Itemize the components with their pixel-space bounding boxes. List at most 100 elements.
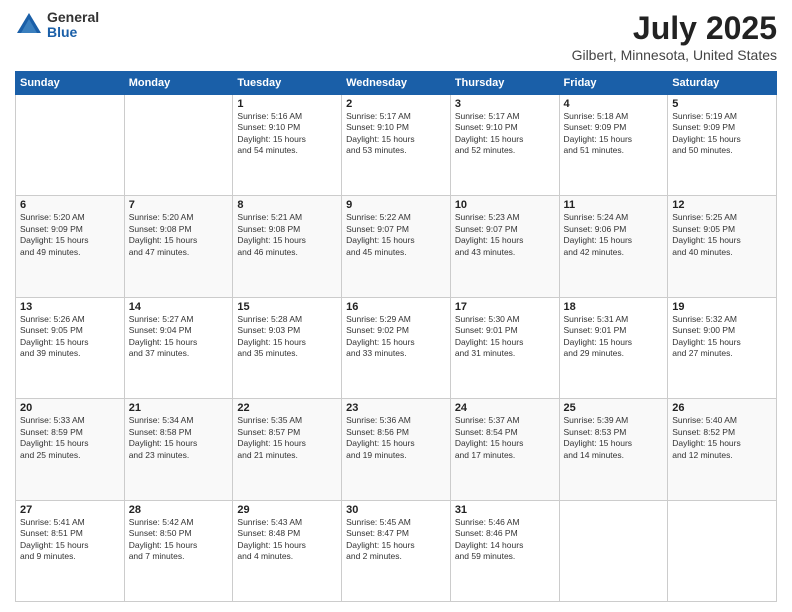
- day-info: Sunrise: 5:25 AM Sunset: 9:05 PM Dayligh…: [672, 212, 772, 258]
- calendar-week-row: 27Sunrise: 5:41 AM Sunset: 8:51 PM Dayli…: [16, 500, 777, 601]
- calendar-cell: 14Sunrise: 5:27 AM Sunset: 9:04 PM Dayli…: [124, 297, 233, 398]
- calendar-cell: 5Sunrise: 5:19 AM Sunset: 9:09 PM Daylig…: [668, 95, 777, 196]
- day-info: Sunrise: 5:24 AM Sunset: 9:06 PM Dayligh…: [564, 212, 664, 258]
- day-number: 13: [20, 301, 120, 313]
- calendar-cell: 16Sunrise: 5:29 AM Sunset: 9:02 PM Dayli…: [342, 297, 451, 398]
- day-number: 31: [455, 504, 555, 516]
- day-number: 26: [672, 402, 772, 414]
- calendar-cell: 19Sunrise: 5:32 AM Sunset: 9:00 PM Dayli…: [668, 297, 777, 398]
- day-number: 18: [564, 301, 664, 313]
- day-number: 30: [346, 504, 446, 516]
- calendar-header-row: SundayMondayTuesdayWednesdayThursdayFrid…: [16, 72, 777, 95]
- day-number: 20: [20, 402, 120, 414]
- day-number: 17: [455, 301, 555, 313]
- weekday-header-tuesday: Tuesday: [233, 72, 342, 95]
- calendar-cell: 9Sunrise: 5:22 AM Sunset: 9:07 PM Daylig…: [342, 196, 451, 297]
- logo-blue-label: Blue: [47, 25, 99, 40]
- calendar-week-row: 6Sunrise: 5:20 AM Sunset: 9:09 PM Daylig…: [16, 196, 777, 297]
- weekday-header-saturday: Saturday: [668, 72, 777, 95]
- day-info: Sunrise: 5:22 AM Sunset: 9:07 PM Dayligh…: [346, 212, 446, 258]
- page: General Blue July 2025 Gilbert, Minnesot…: [0, 0, 792, 612]
- day-info: Sunrise: 5:39 AM Sunset: 8:53 PM Dayligh…: [564, 415, 664, 461]
- day-info: Sunrise: 5:46 AM Sunset: 8:46 PM Dayligh…: [455, 517, 555, 563]
- day-number: 7: [129, 199, 229, 211]
- day-info: Sunrise: 5:19 AM Sunset: 9:09 PM Dayligh…: [672, 111, 772, 157]
- calendar-cell: 17Sunrise: 5:30 AM Sunset: 9:01 PM Dayli…: [450, 297, 559, 398]
- day-number: 5: [672, 98, 772, 110]
- calendar-cell: [16, 95, 125, 196]
- calendar-cell: 10Sunrise: 5:23 AM Sunset: 9:07 PM Dayli…: [450, 196, 559, 297]
- day-info: Sunrise: 5:35 AM Sunset: 8:57 PM Dayligh…: [237, 415, 337, 461]
- day-info: Sunrise: 5:29 AM Sunset: 9:02 PM Dayligh…: [346, 314, 446, 360]
- day-info: Sunrise: 5:34 AM Sunset: 8:58 PM Dayligh…: [129, 415, 229, 461]
- day-number: 27: [20, 504, 120, 516]
- day-info: Sunrise: 5:20 AM Sunset: 9:08 PM Dayligh…: [129, 212, 229, 258]
- day-number: 2: [346, 98, 446, 110]
- calendar-cell: 1Sunrise: 5:16 AM Sunset: 9:10 PM Daylig…: [233, 95, 342, 196]
- day-number: 23: [346, 402, 446, 414]
- logo: General Blue: [15, 10, 99, 41]
- calendar-cell: 26Sunrise: 5:40 AM Sunset: 8:52 PM Dayli…: [668, 399, 777, 500]
- day-info: Sunrise: 5:36 AM Sunset: 8:56 PM Dayligh…: [346, 415, 446, 461]
- day-number: 28: [129, 504, 229, 516]
- calendar-week-row: 13Sunrise: 5:26 AM Sunset: 9:05 PM Dayli…: [16, 297, 777, 398]
- logo-general-label: General: [47, 10, 99, 25]
- calendar-cell: 15Sunrise: 5:28 AM Sunset: 9:03 PM Dayli…: [233, 297, 342, 398]
- day-info: Sunrise: 5:17 AM Sunset: 9:10 PM Dayligh…: [346, 111, 446, 157]
- day-info: Sunrise: 5:45 AM Sunset: 8:47 PM Dayligh…: [346, 517, 446, 563]
- weekday-header-wednesday: Wednesday: [342, 72, 451, 95]
- calendar-cell: 3Sunrise: 5:17 AM Sunset: 9:10 PM Daylig…: [450, 95, 559, 196]
- calendar-cell: 20Sunrise: 5:33 AM Sunset: 8:59 PM Dayli…: [16, 399, 125, 500]
- day-number: 12: [672, 199, 772, 211]
- calendar-cell: 7Sunrise: 5:20 AM Sunset: 9:08 PM Daylig…: [124, 196, 233, 297]
- calendar-table: SundayMondayTuesdayWednesdayThursdayFrid…: [15, 71, 777, 602]
- day-info: Sunrise: 5:43 AM Sunset: 8:48 PM Dayligh…: [237, 517, 337, 563]
- day-info: Sunrise: 5:42 AM Sunset: 8:50 PM Dayligh…: [129, 517, 229, 563]
- calendar-week-row: 20Sunrise: 5:33 AM Sunset: 8:59 PM Dayli…: [16, 399, 777, 500]
- calendar-cell: 12Sunrise: 5:25 AM Sunset: 9:05 PM Dayli…: [668, 196, 777, 297]
- day-number: 21: [129, 402, 229, 414]
- calendar-cell: 13Sunrise: 5:26 AM Sunset: 9:05 PM Dayli…: [16, 297, 125, 398]
- day-number: 4: [564, 98, 664, 110]
- day-info: Sunrise: 5:40 AM Sunset: 8:52 PM Dayligh…: [672, 415, 772, 461]
- title-block: July 2025 Gilbert, Minnesota, United Sta…: [572, 10, 777, 63]
- day-number: 15: [237, 301, 337, 313]
- day-number: 19: [672, 301, 772, 313]
- day-number: 6: [20, 199, 120, 211]
- day-number: 14: [129, 301, 229, 313]
- subtitle: Gilbert, Minnesota, United States: [572, 47, 777, 63]
- day-info: Sunrise: 5:21 AM Sunset: 9:08 PM Dayligh…: [237, 212, 337, 258]
- day-info: Sunrise: 5:17 AM Sunset: 9:10 PM Dayligh…: [455, 111, 555, 157]
- calendar-cell: 31Sunrise: 5:46 AM Sunset: 8:46 PM Dayli…: [450, 500, 559, 601]
- calendar-cell: 23Sunrise: 5:36 AM Sunset: 8:56 PM Dayli…: [342, 399, 451, 500]
- weekday-header-friday: Friday: [559, 72, 668, 95]
- calendar-cell: 4Sunrise: 5:18 AM Sunset: 9:09 PM Daylig…: [559, 95, 668, 196]
- day-number: 11: [564, 199, 664, 211]
- calendar-cell: 24Sunrise: 5:37 AM Sunset: 8:54 PM Dayli…: [450, 399, 559, 500]
- day-info: Sunrise: 5:31 AM Sunset: 9:01 PM Dayligh…: [564, 314, 664, 360]
- calendar-cell: 22Sunrise: 5:35 AM Sunset: 8:57 PM Dayli…: [233, 399, 342, 500]
- weekday-header-monday: Monday: [124, 72, 233, 95]
- day-number: 16: [346, 301, 446, 313]
- day-number: 25: [564, 402, 664, 414]
- calendar-cell: 28Sunrise: 5:42 AM Sunset: 8:50 PM Dayli…: [124, 500, 233, 601]
- calendar-cell: 29Sunrise: 5:43 AM Sunset: 8:48 PM Dayli…: [233, 500, 342, 601]
- calendar-cell: 21Sunrise: 5:34 AM Sunset: 8:58 PM Dayli…: [124, 399, 233, 500]
- calendar-cell: 11Sunrise: 5:24 AM Sunset: 9:06 PM Dayli…: [559, 196, 668, 297]
- main-title: July 2025: [572, 10, 777, 47]
- calendar-cell: 25Sunrise: 5:39 AM Sunset: 8:53 PM Dayli…: [559, 399, 668, 500]
- day-info: Sunrise: 5:32 AM Sunset: 9:00 PM Dayligh…: [672, 314, 772, 360]
- day-info: Sunrise: 5:30 AM Sunset: 9:01 PM Dayligh…: [455, 314, 555, 360]
- day-number: 9: [346, 199, 446, 211]
- day-info: Sunrise: 5:16 AM Sunset: 9:10 PM Dayligh…: [237, 111, 337, 157]
- header: General Blue July 2025 Gilbert, Minnesot…: [15, 10, 777, 63]
- day-number: 22: [237, 402, 337, 414]
- day-number: 24: [455, 402, 555, 414]
- calendar-cell: 30Sunrise: 5:45 AM Sunset: 8:47 PM Dayli…: [342, 500, 451, 601]
- day-number: 10: [455, 199, 555, 211]
- weekday-header-sunday: Sunday: [16, 72, 125, 95]
- day-info: Sunrise: 5:23 AM Sunset: 9:07 PM Dayligh…: [455, 212, 555, 258]
- day-info: Sunrise: 5:26 AM Sunset: 9:05 PM Dayligh…: [20, 314, 120, 360]
- calendar-week-row: 1Sunrise: 5:16 AM Sunset: 9:10 PM Daylig…: [16, 95, 777, 196]
- calendar-cell: 6Sunrise: 5:20 AM Sunset: 9:09 PM Daylig…: [16, 196, 125, 297]
